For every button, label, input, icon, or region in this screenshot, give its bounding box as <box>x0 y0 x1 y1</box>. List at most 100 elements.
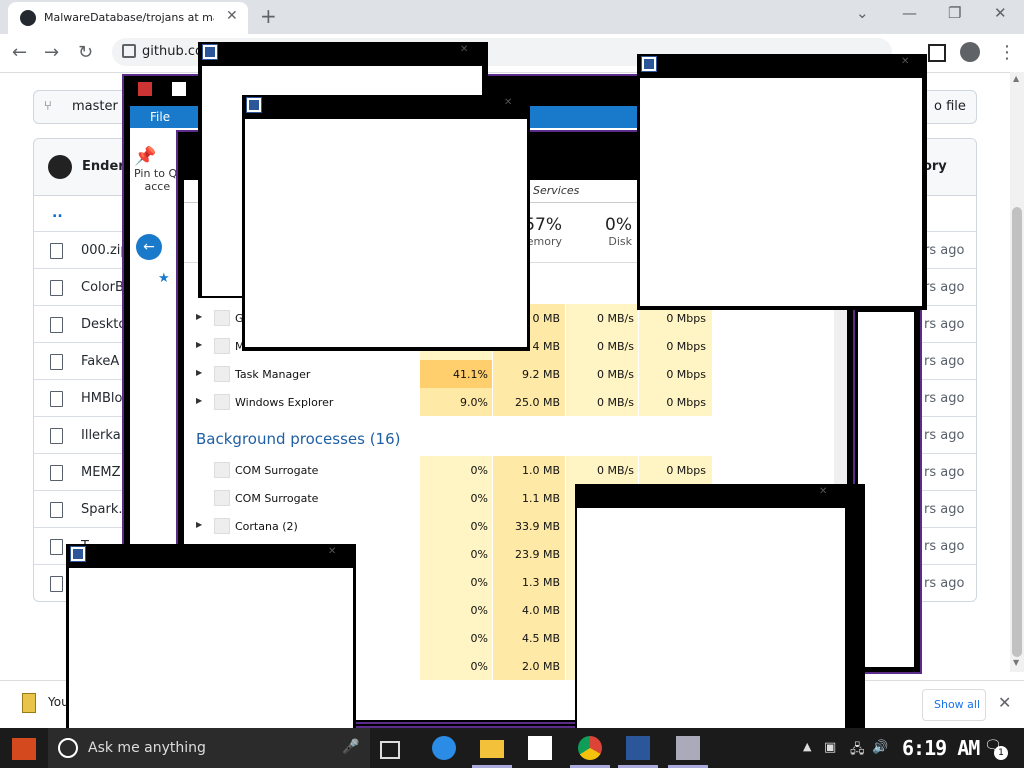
action-center-icon[interactable]: 🗨 1 <box>984 738 1008 760</box>
process-row[interactable]: ▶ Task Manager 41.1% 9.2 MB 0 MB/s 0 Mbps <box>184 360 712 388</box>
app-icon <box>138 82 152 96</box>
browser-menu-button[interactable]: ⋮ <box>998 42 1016 63</box>
file-age: rs ago <box>924 280 965 295</box>
tab-search-chevron-icon[interactable]: ⌄ <box>856 4 869 22</box>
word-taskbar-icon[interactable] <box>626 736 650 760</box>
process-cpu: 0% <box>470 604 488 617</box>
start-menu-icon[interactable] <box>12 738 36 760</box>
file-age: rs ago <box>924 576 965 591</box>
browser-tab[interactable]: MalwareDatabase/trojans at master · ✕ <box>8 2 248 34</box>
process-net: 0 Mbps <box>666 396 706 409</box>
author-avatar[interactable] <box>48 155 72 179</box>
disk-column-header[interactable]: 0% Disk <box>570 215 632 248</box>
close-download-bar-button[interactable]: ✕ <box>998 693 1011 712</box>
expand-chevron-icon[interactable]: ▶ <box>196 520 202 529</box>
disk-label: Disk <box>608 235 632 248</box>
forward-button[interactable]: → <box>44 42 59 63</box>
show-all-downloads-button[interactable]: Show all <box>922 689 986 721</box>
pin-label: Pin to Q <box>134 167 178 180</box>
restore-button[interactable]: ❐ <box>948 4 961 22</box>
popup-window-4[interactable]: ✕ <box>575 484 865 740</box>
browser-tab-strip: MalwareDatabase/trojans at master · ✕ + … <box>0 0 1024 34</box>
scroll-down-icon[interactable]: ▼ <box>1013 658 1019 667</box>
quick-access-star-icon[interactable]: ★ <box>158 271 170 286</box>
process-name: Windows Explorer <box>235 396 334 409</box>
tab-services[interactable]: Services <box>533 184 579 197</box>
taskbar-clock[interactable]: 6:19 AM <box>902 736 980 760</box>
chrome-icon[interactable] <box>578 736 602 760</box>
go-to-file-label: o file <box>934 99 966 114</box>
volume-icon[interactable]: 🔊 <box>872 740 888 755</box>
popup-body <box>640 78 922 306</box>
network-icon[interactable]: 🖧 <box>850 740 866 757</box>
file-name[interactable]: HMBlo <box>81 391 122 406</box>
process-net: 0 Mbps <box>666 312 706 325</box>
new-tab-button[interactable]: + <box>260 4 277 28</box>
commit-author[interactable]: Ender <box>82 159 125 174</box>
pin-quick-access-button[interactable]: 📌 Pin to Q acce <box>134 146 177 193</box>
process-row[interactable]: COM Surrogate 0% 1.0 MB 0 MB/s 0 Mbps <box>184 456 712 484</box>
popup-window-3[interactable]: ✕ <box>637 54 927 310</box>
background-processes-heading[interactable]: Background processes (16) <box>196 430 401 448</box>
process-cpu: 0% <box>470 660 488 673</box>
back-arrow-icon[interactable]: ← <box>136 234 162 260</box>
profile-avatar-icon[interactable] <box>960 42 980 62</box>
edge-icon[interactable] <box>432 736 456 760</box>
process-disk: 0 MB/s <box>597 312 634 325</box>
file-age: rs ago <box>924 391 965 406</box>
popup-window-2[interactable]: ✕ <box>242 95 530 351</box>
file-icon <box>50 354 63 370</box>
branch-icon: ⑂ <box>44 99 52 114</box>
show-all-label: Show all <box>934 698 981 711</box>
tray-app-icon[interactable]: ▣ <box>824 740 840 755</box>
process-cpu: 41.1% <box>453 368 488 381</box>
store-icon[interactable] <box>528 736 552 760</box>
process-row[interactable]: ▶ Windows Explorer 9.0% 25.0 MB 0 MB/s 0 Mbps <box>184 388 712 416</box>
process-cpu: 0% <box>470 464 488 477</box>
expand-chevron-icon[interactable]: ▶ <box>196 340 202 349</box>
taskbar-search-box[interactable]: Ask me anything 🎤 <box>48 728 370 768</box>
tab-close-button[interactable]: ✕ <box>226 8 238 24</box>
file-age: rs ago <box>924 539 965 554</box>
file-name[interactable]: FakeA <box>81 354 119 369</box>
explorer-nav-pane: ★ <box>130 261 180 541</box>
popup-close-button[interactable]: ✕ <box>328 546 336 557</box>
page-scrollbar[interactable]: ▲ ▼ <box>1010 72 1024 672</box>
background-window-body <box>858 312 914 667</box>
microphone-icon[interactable]: 🎤 <box>342 739 359 755</box>
process-disk: 0 MB/s <box>597 340 634 353</box>
process-icon <box>214 518 230 534</box>
scroll-up-icon[interactable]: ▲ <box>1013 74 1019 83</box>
popup-body <box>577 508 845 740</box>
popup-close-button[interactable]: ✕ <box>460 44 468 55</box>
close-window-button[interactable]: ✕ <box>994 4 1007 22</box>
process-net: 0 Mbps <box>666 340 706 353</box>
back-button[interactable]: ← <box>12 42 27 63</box>
expand-chevron-icon[interactable]: ▶ <box>196 312 202 321</box>
file-name[interactable]: Deskto <box>81 317 126 332</box>
popup-close-button[interactable]: ✕ <box>504 97 512 108</box>
popup-window-5[interactable]: ✕ <box>66 544 356 744</box>
minimize-button[interactable]: — <box>902 4 917 22</box>
expand-chevron-icon[interactable]: ▶ <box>196 396 202 405</box>
parent-directory-link[interactable]: .. <box>52 205 63 221</box>
photos-icon[interactable] <box>676 736 700 760</box>
file-name[interactable]: ColorB <box>81 280 124 295</box>
scrollbar-thumb[interactable] <box>1012 207 1022 657</box>
reload-button[interactable]: ↻ <box>78 42 93 63</box>
taskbar: Ask me anything 🎤 ▲ ▣ 🖧 🔊 6:19 AM 🗨 1 <box>0 728 1024 768</box>
file-name[interactable]: Illerka. <box>81 428 125 443</box>
popup-close-button[interactable]: ✕ <box>819 486 827 497</box>
ribbon-file-tab[interactable]: File <box>150 110 170 124</box>
popup-close-button[interactable]: ✕ <box>901 56 909 67</box>
file-name[interactable]: MEMZ <box>81 465 121 480</box>
branch-name: master <box>72 99 118 114</box>
file-explorer-icon[interactable] <box>480 740 504 758</box>
expand-chevron-icon[interactable]: ▶ <box>196 368 202 377</box>
process-net: 0 Mbps <box>666 368 706 381</box>
side-panel-icon[interactable] <box>928 44 946 62</box>
branch-selector[interactable]: ⑂ master <box>33 90 135 124</box>
show-hidden-icons-icon[interactable]: ▲ <box>803 740 811 753</box>
word-icon <box>246 97 262 113</box>
task-view-icon[interactable] <box>380 741 400 759</box>
